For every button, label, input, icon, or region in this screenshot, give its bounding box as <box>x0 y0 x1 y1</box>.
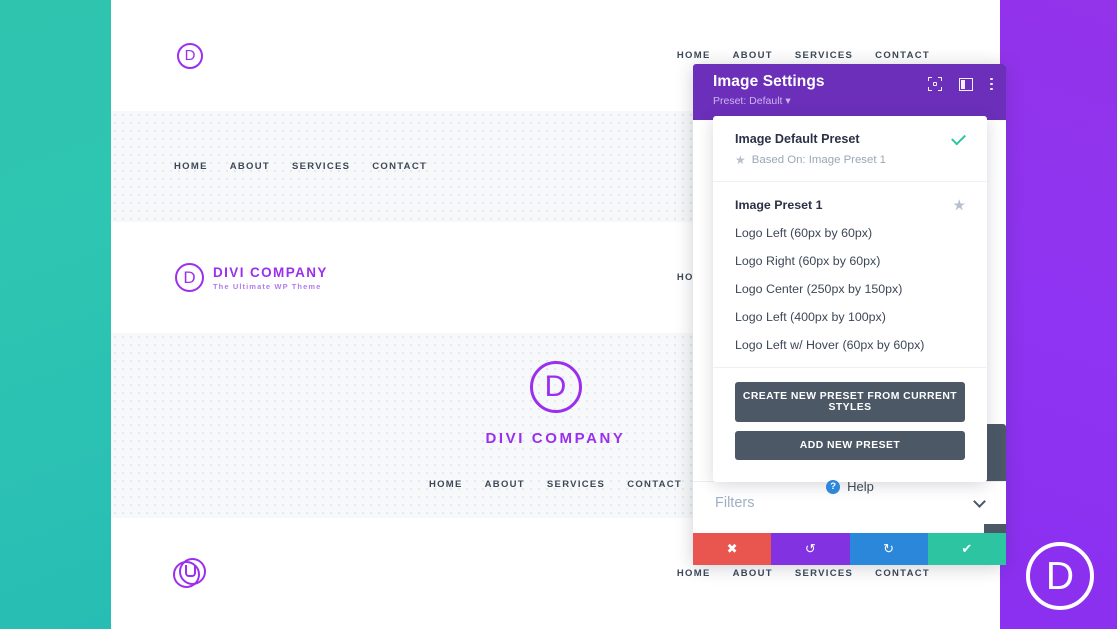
list-item[interactable]: Image Preset 1 ★ <box>713 191 987 219</box>
logo-letter: D <box>183 268 196 287</box>
preset-selector-trigger[interactable]: Preset: Default ▾ <box>713 95 992 107</box>
nav-link-services[interactable]: SERVICES <box>292 161 350 172</box>
preset-label: Image Preset 1 <box>735 198 823 212</box>
default-preset-name: Image Default Preset <box>735 132 860 146</box>
nav-link-home[interactable]: HOME <box>429 479 463 490</box>
background-gradient-right <box>1000 0 1117 629</box>
nav-menu: HOME ABOUT SERVICES CONTACT <box>429 479 682 490</box>
help-label: Help <box>847 479 874 494</box>
nav-link-contact[interactable]: CONTACT <box>875 568 930 579</box>
nav-link-services[interactable]: SERVICES <box>795 568 853 579</box>
dropdown-actions: CREATE NEW PRESET FROM CURRENT STYLES AD… <box>713 368 987 500</box>
nav-link-home[interactable]: HOME <box>677 568 711 579</box>
discard-changes-button[interactable]: ✖ <box>693 533 772 565</box>
preset-label: Logo Left w/ Hover (60px by 60px) <box>735 338 925 352</box>
more-options-icon[interactable] <box>990 77 993 91</box>
nav-link-contact[interactable]: CONTACT <box>627 479 682 490</box>
nav-link-about[interactable]: ABOUT <box>485 479 525 490</box>
caret-down-icon: ▾ <box>785 95 791 107</box>
list-item[interactable]: Logo Right (60px by 60px) <box>713 247 987 275</box>
nav-link-home[interactable]: HOME <box>174 161 208 172</box>
list-item[interactable]: Logo Left (60px by 60px) <box>713 219 987 247</box>
list-item[interactable]: Logo Center (250px by 150px) <box>713 275 987 303</box>
star-icon[interactable]: ★ <box>953 199 965 212</box>
divi-logo-icon[interactable]: D <box>177 42 203 69</box>
help-link[interactable]: ? Help <box>735 469 965 494</box>
logo-letter: D <box>544 370 567 403</box>
logo-letter: D <box>184 47 196 64</box>
page-canvas: D HOME ABOUT SERVICES CONTACT HOME ABOUT… <box>0 0 1117 629</box>
nav-link-services[interactable]: SERVICES <box>547 479 605 490</box>
default-preset-based-on: ★ Based On: Image Preset 1 <box>735 154 965 166</box>
divi-watermark-logo: D <box>1026 542 1094 610</box>
preset-label: Logo Left (400px by 100px) <box>735 310 886 324</box>
layout-panel-icon[interactable] <box>959 77 974 91</box>
nav-link-about[interactable]: ABOUT <box>230 161 270 172</box>
nav-menu: HOME ABOUT SERVICES CONTACT <box>677 50 930 61</box>
watermark-letter: D <box>1045 554 1075 598</box>
brand-lockup[interactable]: D DIVI COMPANY The Ultimate WP Theme <box>175 263 328 292</box>
list-item[interactable]: Logo Left (400px by 100px) <box>713 303 987 331</box>
divi-logo-icon: D <box>175 263 204 292</box>
add-new-preset-button[interactable]: ADD NEW PRESET <box>735 431 965 460</box>
dropdown-item-default-preset[interactable]: Image Default Preset ★ Based On: Image P… <box>713 116 987 182</box>
save-changes-button[interactable]: ✔ <box>927 533 1006 565</box>
preset-list: Image Preset 1 ★ Logo Left (60px by 60px… <box>713 182 987 368</box>
undo-button[interactable]: ↺ <box>771 533 850 565</box>
modal-header: Image Settings Preset: Default ▾ <box>693 64 1006 120</box>
preset-dropdown-menu: Image Default Preset ★ Based On: Image P… <box>713 116 987 494</box>
nav-link-home[interactable]: HOME <box>677 50 711 61</box>
nav-link-contact[interactable]: CONTACT <box>372 161 427 172</box>
nav-link-services[interactable]: SERVICES <box>795 50 853 61</box>
focus-frame-icon[interactable] <box>928 77 943 91</box>
divi-logo-icon[interactable]: D <box>529 361 582 413</box>
nav-link-about[interactable]: ABOUT <box>733 50 773 61</box>
divi-logo-hover-icon[interactable] <box>173 557 207 591</box>
based-on-label: Based On: Image Preset 1 <box>751 154 886 166</box>
redo-button[interactable]: ↻ <box>849 533 928 565</box>
brand-name: DIVI COMPANY <box>213 264 328 280</box>
preset-selector-label: Preset: Default <box>713 95 783 107</box>
nav-link-contact[interactable]: CONTACT <box>875 50 930 61</box>
modal-header-icons <box>928 77 993 91</box>
nav-menu: HOME ABOUT SERVICES CONTACT <box>174 161 427 172</box>
create-preset-from-current-styles-button[interactable]: CREATE NEW PRESET FROM CURRENT STYLES <box>735 382 965 422</box>
nav-menu: HOME ABOUT SERVICES CONTACT <box>677 568 930 579</box>
star-icon: ★ <box>735 153 746 167</box>
brand-tagline: The Ultimate WP Theme <box>213 281 322 291</box>
background-gradient-left <box>0 0 111 629</box>
modal-action-bar: ✖ ↺ ↻ ✔ <box>693 533 1006 565</box>
brand-name: DIVI COMPANY <box>485 430 626 447</box>
preset-label: Logo Right (60px by 60px) <box>735 254 881 268</box>
nav-link-about[interactable]: ABOUT <box>733 568 773 579</box>
preset-label: Logo Left (60px by 60px) <box>735 226 873 240</box>
preset-label: Logo Center (250px by 150px) <box>735 282 903 296</box>
list-item[interactable]: Logo Left w/ Hover (60px by 60px) <box>713 331 987 359</box>
help-icon: ? <box>826 479 841 494</box>
